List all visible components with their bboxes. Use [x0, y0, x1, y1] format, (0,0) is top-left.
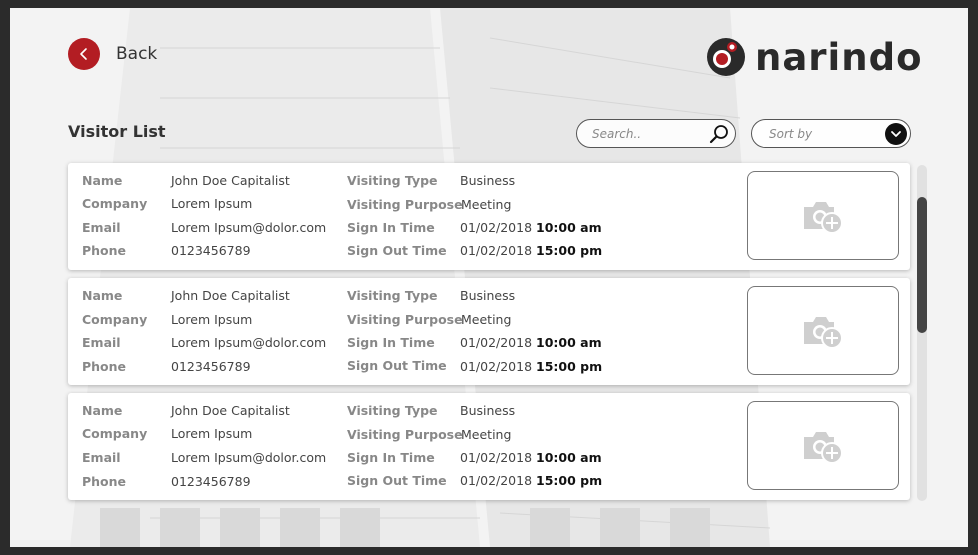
sign-out-value: 01/02/2018 15:00 pm	[460, 359, 602, 375]
visiting-purpose-label: Visiting Purpose	[347, 197, 463, 212]
camera-add-icon	[804, 316, 843, 349]
add-photo-button[interactable]	[747, 401, 899, 490]
visiting-purpose-value: Meeting	[461, 197, 512, 212]
name-label: Name	[82, 403, 123, 418]
sign-in-time: 10:00 am	[536, 220, 602, 235]
sign-in-label: Sign In Time	[347, 335, 435, 350]
sign-in-value: 01/02/2018 10:00 am	[460, 450, 602, 466]
search-field[interactable]	[576, 119, 736, 148]
name-label: Name	[82, 288, 123, 303]
visitor-card[interactable]: Name John Doe Capitalist Company Lorem I…	[68, 163, 910, 270]
back-button[interactable]: Back	[68, 38, 157, 70]
email-label: Email	[82, 220, 121, 235]
email-label: Email	[82, 450, 121, 465]
visitor-email: Lorem Ipsum@dolor.com	[171, 220, 327, 235]
visitor-card[interactable]: Name John Doe Capitalist Company Lorem I…	[68, 278, 910, 385]
sign-out-date: 01/02/2018	[460, 473, 533, 488]
sign-out-label: Sign Out Time	[347, 243, 447, 258]
visitor-email: Lorem Ipsum@dolor.com	[171, 335, 327, 350]
company-label: Company	[82, 196, 148, 211]
sign-in-date: 01/02/2018	[460, 220, 533, 235]
visiting-purpose-value: Meeting	[461, 312, 512, 327]
visitor-company: Lorem Ipsum	[171, 312, 253, 327]
sign-in-value: 01/02/2018 10:00 am	[460, 220, 602, 236]
camera-add-icon	[804, 201, 843, 234]
camera-add-icon	[804, 431, 843, 464]
visiting-type-value: Business	[460, 403, 516, 418]
sign-out-date: 01/02/2018	[460, 243, 533, 258]
sort-label: Sort by	[769, 126, 813, 141]
phone-label: Phone	[82, 474, 127, 489]
visitor-list: Name John Doe Capitalist Company Lorem I…	[68, 163, 910, 508]
visitor-company: Lorem Ipsum	[171, 196, 253, 211]
narindo-logo-mark	[707, 38, 745, 76]
sign-in-value: 01/02/2018 10:00 am	[460, 335, 602, 351]
sign-in-date: 01/02/2018	[460, 450, 533, 465]
sign-out-value: 01/02/2018 15:00 pm	[460, 473, 602, 489]
visitor-phone: 0123456789	[171, 474, 251, 489]
scrollbar-track[interactable]	[917, 165, 927, 501]
app-window: Back narindo Visitor List Sort by Name J…	[10, 8, 968, 547]
sign-out-time: 15:00 pm	[536, 473, 603, 488]
visitor-phone: 0123456789	[171, 243, 251, 258]
sign-out-label: Sign Out Time	[347, 473, 447, 488]
chevron-down-icon[interactable]	[885, 123, 907, 145]
visitor-company: Lorem Ipsum	[171, 426, 253, 441]
scrollbar-thumb[interactable]	[917, 197, 927, 333]
visiting-purpose-label: Visiting Purpose	[347, 427, 463, 442]
sign-in-date: 01/02/2018	[460, 335, 533, 350]
visiting-type-value: Business	[460, 173, 516, 188]
phone-label: Phone	[82, 243, 127, 258]
email-label: Email	[82, 335, 121, 350]
add-photo-button[interactable]	[747, 286, 899, 375]
page-title: Visitor List	[68, 122, 166, 141]
visitor-name: John Doe Capitalist	[171, 288, 290, 303]
visiting-type-label: Visiting Type	[347, 173, 438, 188]
visiting-type-label: Visiting Type	[347, 403, 438, 418]
chevron-left-icon	[68, 38, 100, 70]
visiting-purpose-value: Meeting	[461, 427, 512, 442]
add-photo-button[interactable]	[747, 171, 899, 260]
phone-label: Phone	[82, 359, 127, 374]
brand-name: narindo	[755, 35, 923, 79]
sign-out-value: 01/02/2018 15:00 pm	[460, 243, 602, 259]
sign-in-label: Sign In Time	[347, 220, 435, 235]
visiting-type-label: Visiting Type	[347, 288, 438, 303]
sign-in-label: Sign In Time	[347, 450, 435, 465]
company-label: Company	[82, 426, 148, 441]
sign-out-label: Sign Out Time	[347, 358, 447, 373]
back-label: Back	[116, 44, 158, 64]
search-icon[interactable]	[708, 123, 730, 145]
sort-dropdown[interactable]: Sort by	[751, 119, 911, 148]
visitor-email: Lorem Ipsum@dolor.com	[171, 450, 327, 465]
visitor-card[interactable]: Name John Doe Capitalist Company Lorem I…	[68, 393, 910, 500]
sign-out-time: 15:00 pm	[536, 359, 603, 374]
sign-out-date: 01/02/2018	[460, 359, 533, 374]
sign-in-time: 10:00 am	[536, 450, 602, 465]
sign-out-time: 15:00 pm	[536, 243, 603, 258]
search-input[interactable]	[592, 126, 704, 141]
visitor-name: John Doe Capitalist	[171, 403, 290, 418]
visiting-purpose-label: Visiting Purpose	[347, 312, 463, 327]
visitor-phone: 0123456789	[171, 359, 251, 374]
brand-logo: narindo	[705, 36, 922, 78]
company-label: Company	[82, 312, 148, 327]
name-label: Name	[82, 173, 123, 188]
visiting-type-value: Business	[460, 288, 516, 303]
visitor-name: John Doe Capitalist	[171, 173, 290, 188]
sign-in-time: 10:00 am	[536, 335, 602, 350]
